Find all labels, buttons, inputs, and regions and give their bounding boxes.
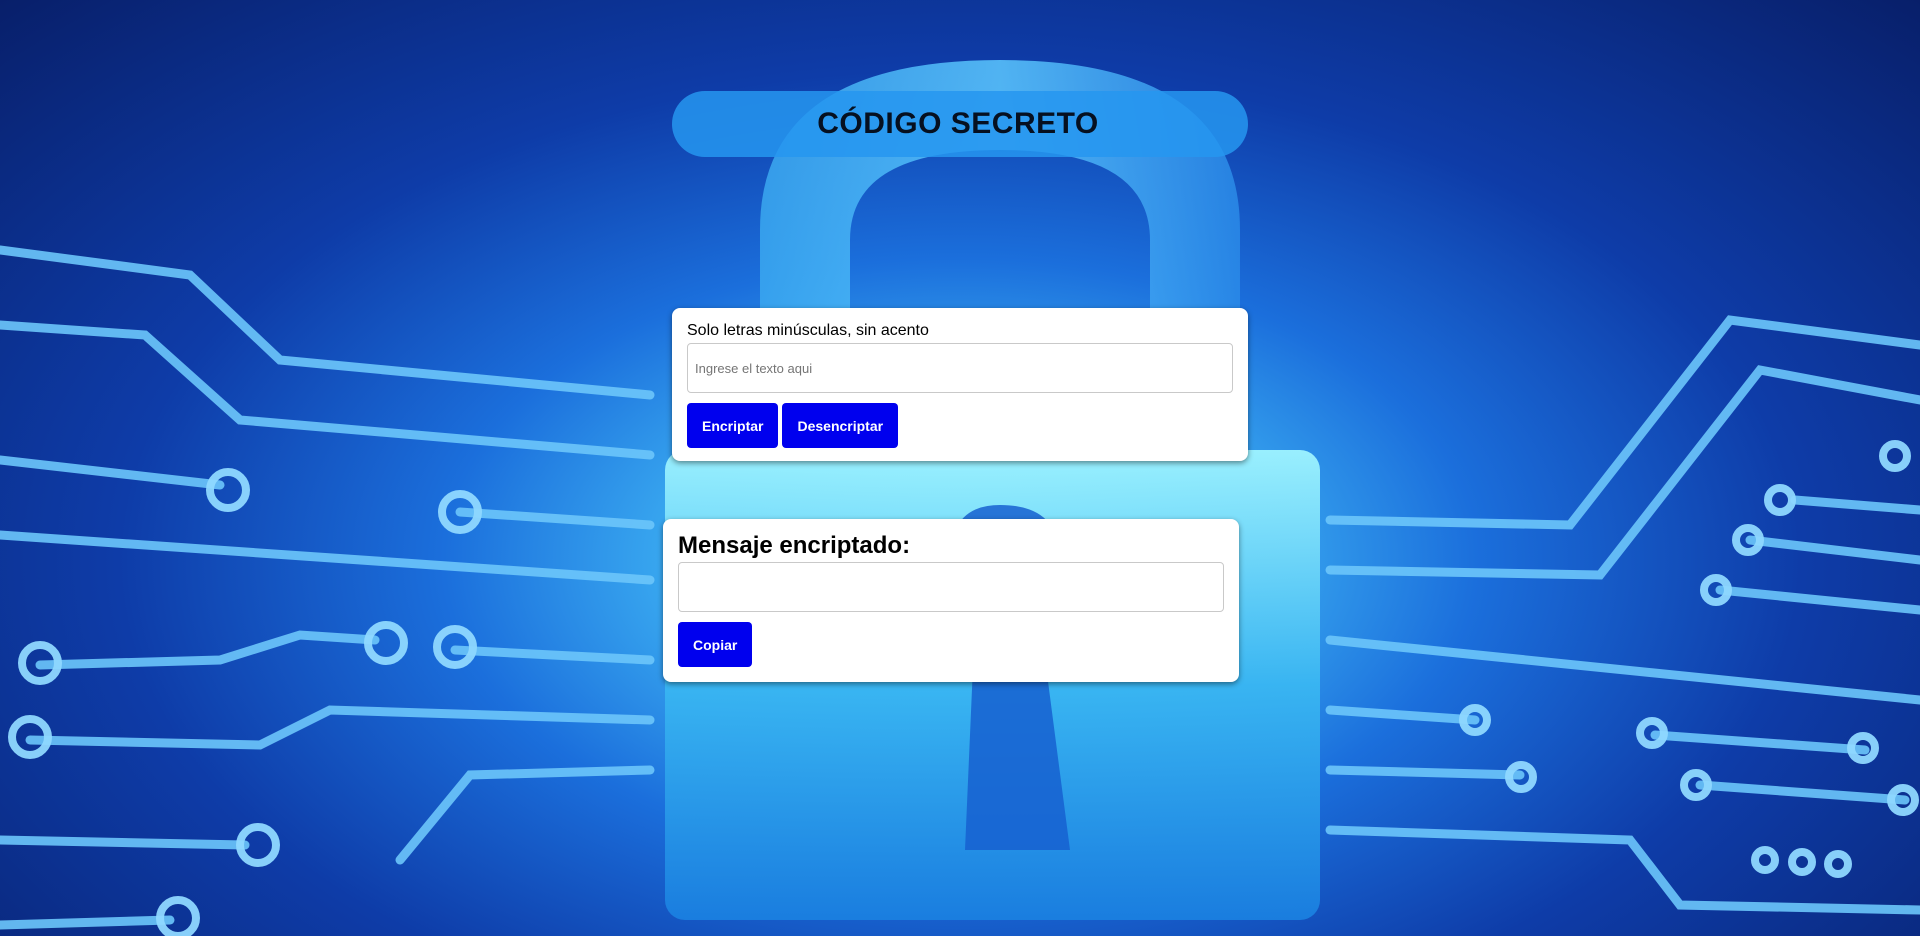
result-panel: Mensaje encriptado: Copiar [663,519,1239,682]
page-title: CÓDIGO SECRETO [817,107,1099,140]
title-banner: CÓDIGO SECRETO [672,91,1248,157]
copy-button[interactable]: Copiar [678,622,753,667]
encrypt-button[interactable]: Encriptar [687,403,779,448]
decrypt-button[interactable]: Desencriptar [782,403,899,448]
action-buttons: Encriptar Desencriptar [687,403,1233,448]
encrypt-panel: Solo letras minúsculas, sin acento Encri… [672,308,1248,461]
result-output-field[interactable] [678,562,1224,612]
input-hint: Solo letras minúsculas, sin acento [687,322,929,339]
result-title: Mensaje encriptado: [678,532,911,559]
copy-actions: Copiar [678,622,1224,667]
text-input[interactable] [687,343,1233,393]
